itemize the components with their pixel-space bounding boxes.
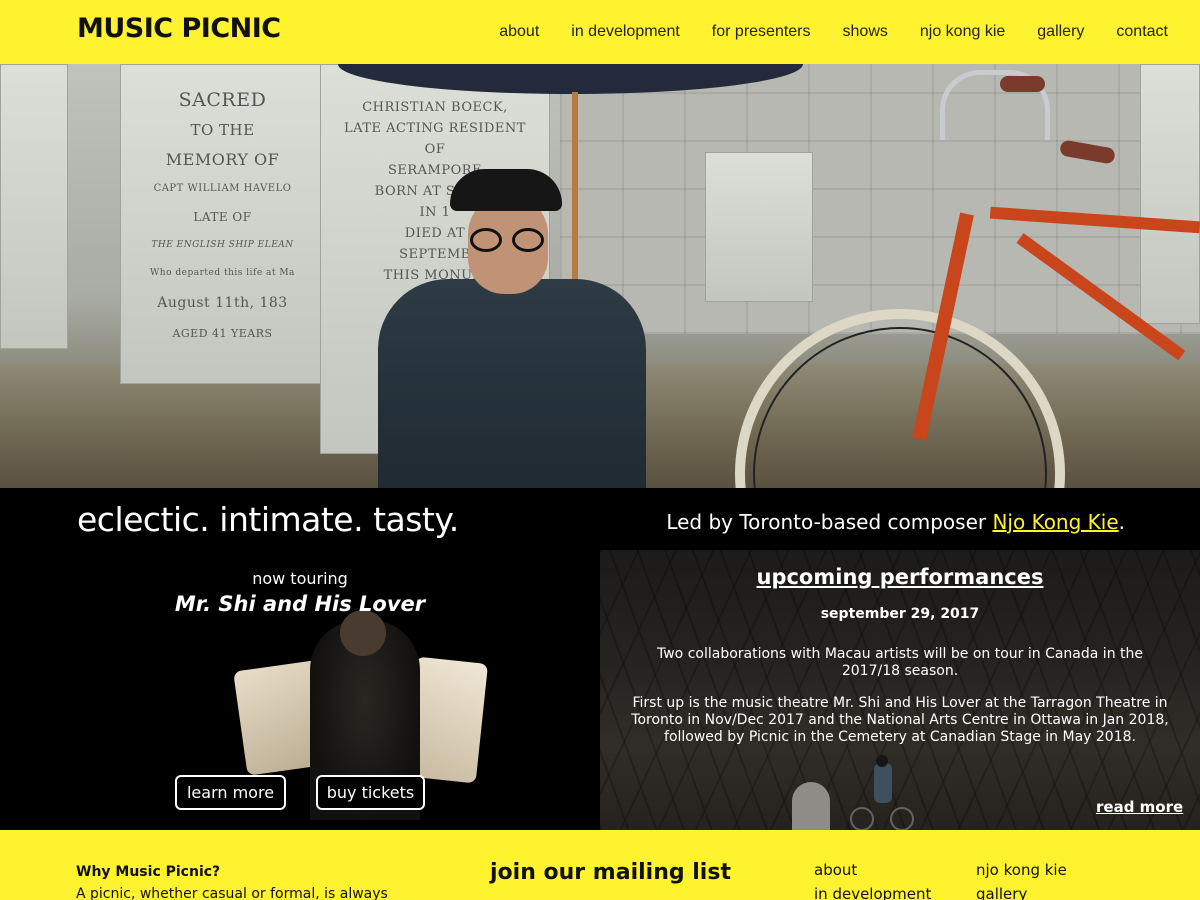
nav-njo-kong-kie[interactable]: njo kong kie — [920, 23, 1005, 41]
gravestone-left — [0, 64, 68, 349]
footer-link-njo-kong-kie[interactable]: njo kong kie — [976, 861, 1067, 879]
composer-credit-suffix: . — [1118, 510, 1125, 534]
stone-text: CAPT WILLIAM HAVELO — [153, 183, 292, 194]
site-header: MUSIC PICNIC about in development for pr… — [0, 0, 1200, 64]
stone-text: MEMORY OF — [165, 150, 280, 169]
tagline: eclectic. intimate. tasty. — [77, 500, 459, 539]
stone-text: Who departed this life at Ma — [150, 268, 295, 278]
performance-summary: Two collaborations with Macau artists wi… — [657, 646, 1143, 679]
nav-shows[interactable]: shows — [843, 23, 888, 41]
footer-link-about[interactable]: about — [814, 861, 857, 879]
site-footer: Why Music Picnic? A picnic, whether casu… — [0, 830, 1200, 900]
nav-for-presenters[interactable]: for presenters — [712, 23, 811, 41]
stone-text: TO THE — [190, 121, 255, 139]
now-touring-label: now touring — [252, 569, 348, 588]
mailing-list-heading: join our mailing list — [490, 860, 731, 885]
upcoming-performances-link[interactable]: upcoming performances — [600, 565, 1200, 589]
nav-contact[interactable]: contact — [1116, 23, 1168, 41]
stone-text: August 11th, 183 — [157, 295, 288, 311]
footer-link-gallery[interactable]: gallery — [976, 885, 1027, 900]
gravestone-small — [705, 152, 813, 302]
dark-overlay — [600, 550, 1200, 830]
bicycle-grip — [1000, 76, 1045, 92]
why-music-picnic-heading: Why Music Picnic? — [76, 864, 221, 880]
round-glasses — [466, 228, 550, 252]
learn-more-button[interactable]: learn more — [175, 775, 286, 810]
gravestone-sacred: SACRED TO THE MEMORY OF CAPT WILLIAM HAV… — [120, 64, 325, 384]
buy-tickets-button[interactable]: buy tickets — [316, 775, 425, 810]
nav-in-development[interactable]: in development — [571, 23, 680, 41]
main-nav: about in development for presenters show… — [499, 0, 1200, 64]
performer-head — [340, 610, 386, 656]
composer-link[interactable]: Njo Kong Kie — [992, 510, 1118, 534]
composer-credit-prefix: Led by Toronto-based composer — [666, 510, 993, 534]
bicycle-wheel — [735, 309, 1065, 488]
upcoming-panel — [600, 550, 1200, 830]
nav-about[interactable]: about — [499, 23, 539, 41]
gravestone-right — [1140, 64, 1200, 324]
bowler-hat — [450, 169, 562, 211]
stone-text: LATE ACTING RESIDENT — [344, 121, 526, 136]
stone-text: AGED 41 YEARS — [172, 327, 273, 340]
stone-text: LATE OF — [193, 210, 252, 224]
person-body — [378, 279, 646, 488]
site-logo[interactable]: MUSIC PICNIC — [77, 13, 281, 44]
performance-details: First up is the music theatre Mr. Shi an… — [631, 695, 1169, 745]
footer-link-in-development[interactable]: in development — [814, 885, 931, 900]
stone-text: SACRED — [178, 89, 267, 111]
stone-text: OF — [424, 142, 446, 157]
hero-image: SACRED TO THE MEMORY OF CAPT WILLIAM HAV… — [0, 64, 1200, 488]
read-more-link[interactable]: read more — [1096, 798, 1183, 816]
why-music-picnic-text: A picnic, whether casual or formal, is a… — [76, 886, 388, 900]
performance-date: september 29, 2017 — [820, 606, 980, 622]
show-title: Mr. Shi and His Lover — [174, 592, 426, 616]
nav-gallery[interactable]: gallery — [1037, 23, 1084, 41]
composer-credit: Led by Toronto-based composer Njo Kong K… — [666, 510, 1125, 534]
stone-text: THE ENGLISH SHIP ELEAN — [151, 240, 294, 250]
stone-text: CHRISTIAN BOECK, — [362, 100, 508, 115]
